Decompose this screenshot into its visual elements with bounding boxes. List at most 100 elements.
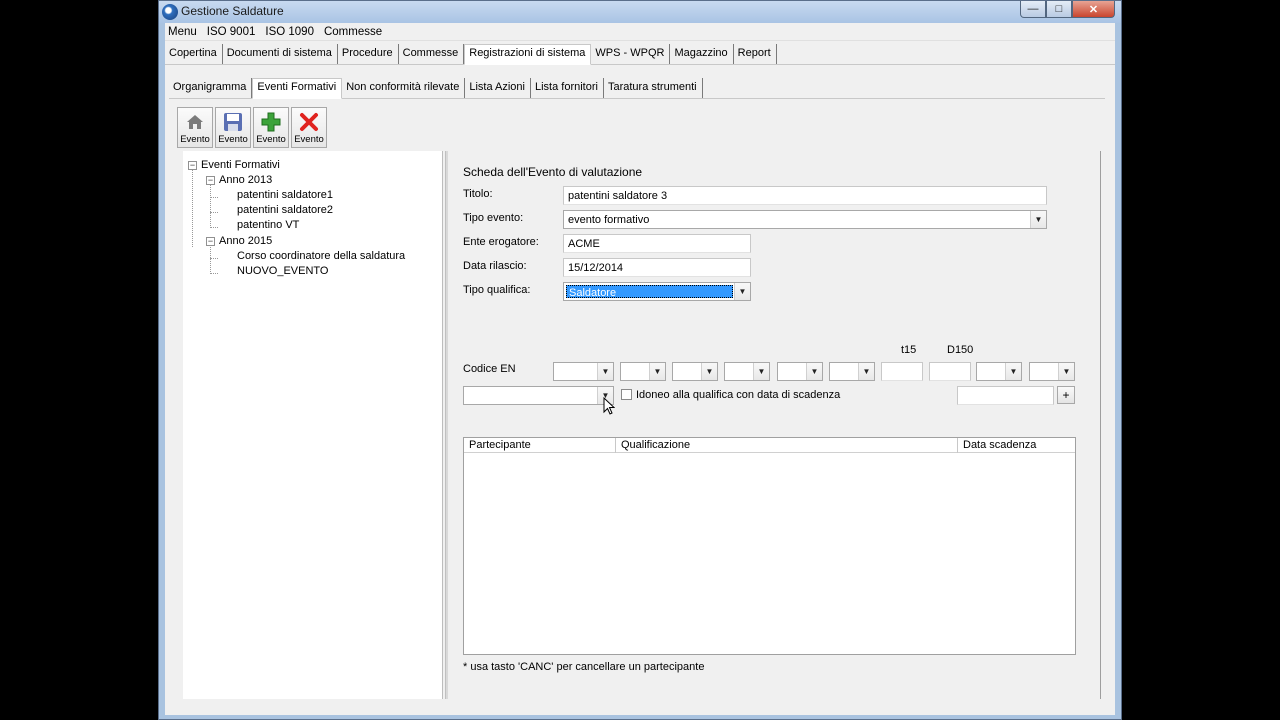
form-title: Scheda dell'Evento di valutazione bbox=[463, 165, 643, 179]
ente-field[interactable]: ACME bbox=[563, 234, 751, 253]
tipo-qualifica-label: Tipo qualifica: bbox=[463, 284, 531, 296]
chevron-down-icon[interactable]: ▼ bbox=[1058, 363, 1074, 380]
tree-expander[interactable]: − bbox=[206, 237, 215, 246]
menu-item-iso1090[interactable]: ISO 1090 bbox=[262, 26, 321, 38]
home-icon bbox=[184, 111, 206, 133]
event-form: Scheda dell'Evento di valutazione Titolo… bbox=[453, 151, 1101, 699]
chevron-down-icon[interactable]: ▼ bbox=[1005, 363, 1021, 380]
chevron-down-icon[interactable]: ▼ bbox=[649, 363, 665, 380]
chevron-down-icon[interactable]: ▼ bbox=[1030, 211, 1046, 228]
tipo-qualifica-select[interactable]: Saldatore ▼ bbox=[563, 282, 751, 301]
d150-label: D150 bbox=[947, 344, 974, 356]
delete-hint-note: * usa tasto 'CANC' per cancellare un par… bbox=[463, 661, 705, 673]
tab-report[interactable]: Report bbox=[734, 44, 777, 64]
tree-node-event[interactable]: Corso coordinatore della saldatura bbox=[237, 250, 405, 262]
app-icon bbox=[162, 4, 178, 20]
tree-expander[interactable]: − bbox=[188, 161, 197, 170]
codice-en-select-3[interactable]: ▼ bbox=[672, 362, 718, 381]
tree-line bbox=[210, 183, 211, 226]
titolo-field[interactable]: patentini saldatore 3 bbox=[563, 186, 1047, 205]
scadenza-field[interactable] bbox=[957, 386, 1054, 405]
chevron-down-icon[interactable]: ▼ bbox=[806, 363, 822, 380]
tree-node-year[interactable]: Anno 2015 bbox=[219, 235, 272, 247]
add-evento-button[interactable]: Evento bbox=[253, 107, 289, 148]
codice-en-select-1[interactable]: ▼ bbox=[553, 362, 614, 381]
tab-lista-fornitori[interactable]: Lista fornitori bbox=[531, 78, 604, 98]
tree-node-event[interactable]: patentini saldatore2 bbox=[237, 204, 333, 216]
add-participant-button[interactable]: + bbox=[1057, 386, 1075, 404]
codice-en-label: Codice EN bbox=[463, 363, 516, 375]
idoneo-label: Idoneo alla qualifica con data di scaden… bbox=[636, 389, 841, 401]
panel-splitter[interactable] bbox=[445, 151, 448, 699]
app-window: Gestione Saldature — □ ✕ Menu ISO 9001 I… bbox=[158, 0, 1122, 720]
delete-evento-label: Evento bbox=[294, 134, 324, 145]
participants-grid[interactable]: Partecipante Qualificazione Data scadenz… bbox=[463, 437, 1076, 655]
codice-en-select-5[interactable]: ▼ bbox=[777, 362, 823, 381]
minimize-button[interactable]: — bbox=[1020, 1, 1046, 18]
tree-line bbox=[210, 273, 218, 274]
tab-taratura-strumenti[interactable]: Taratura strumenti bbox=[604, 78, 703, 98]
chevron-down-icon[interactable]: ▼ bbox=[701, 363, 717, 380]
grid-col-partecipante[interactable]: Partecipante bbox=[464, 438, 616, 453]
grid-col-qualificazione[interactable]: Qualificazione bbox=[616, 438, 958, 453]
d150-field[interactable] bbox=[929, 362, 971, 381]
ente-label: Ente erogatore: bbox=[463, 236, 539, 248]
close-button[interactable]: ✕ bbox=[1072, 1, 1115, 18]
menu-item-commesse[interactable]: Commesse bbox=[321, 26, 389, 38]
chevron-down-icon[interactable]: ▼ bbox=[858, 363, 874, 380]
tree-node-event[interactable]: patentini saldatore1 bbox=[237, 189, 333, 201]
tab-non-conformita[interactable]: Non conformità rilevate bbox=[342, 78, 466, 98]
tree-node-root[interactable]: Eventi Formativi bbox=[201, 159, 280, 171]
save-evento-button[interactable]: Evento bbox=[215, 107, 251, 148]
tipo-qualifica-value: Saldatore bbox=[566, 285, 733, 298]
tab-lista-azioni[interactable]: Lista Azioni bbox=[465, 78, 531, 98]
codice-en-select-4[interactable]: ▼ bbox=[724, 362, 770, 381]
maximize-button[interactable]: □ bbox=[1046, 1, 1072, 18]
tab-registrazioni-di-sistema[interactable]: Registrazioni di sistema bbox=[464, 44, 592, 65]
t15-field[interactable] bbox=[881, 362, 923, 381]
title-bar[interactable]: Gestione Saldature — □ ✕ bbox=[159, 1, 1121, 23]
add-evento-label: Evento bbox=[256, 134, 286, 145]
codice-en-select-7[interactable]: ▼ bbox=[976, 362, 1022, 381]
tree-node-event[interactable]: NUOVO_EVENTO bbox=[237, 265, 329, 277]
grid-col-data-scadenza[interactable]: Data scadenza bbox=[958, 438, 1075, 453]
tab-magazzino[interactable]: Magazzino bbox=[670, 44, 734, 64]
chevron-down-icon[interactable]: ▼ bbox=[753, 363, 769, 380]
events-tree[interactable]: − Eventi Formativi − Anno 2013 patentini… bbox=[183, 151, 443, 699]
main-tab-strip: Copertina Documenti di sistema Procedure… bbox=[165, 43, 1115, 65]
chevron-down-icon[interactable]: ▼ bbox=[597, 363, 613, 380]
titolo-label: Titolo: bbox=[463, 188, 493, 200]
menu-item-menu[interactable]: Menu bbox=[165, 26, 204, 38]
tab-eventi-formativi[interactable]: Eventi Formativi bbox=[252, 78, 343, 99]
tipo-evento-select[interactable]: evento formativo ▼ bbox=[563, 210, 1047, 229]
tab-commesse[interactable]: Commesse bbox=[399, 44, 465, 64]
t15-label: t15 bbox=[901, 344, 917, 356]
chevron-down-icon[interactable]: ▼ bbox=[734, 283, 750, 300]
menu-bar: Menu ISO 9001 ISO 1090 Commesse bbox=[165, 23, 1115, 41]
home-evento-button[interactable]: Evento bbox=[177, 107, 213, 148]
data-rilascio-label: Data rilascio: bbox=[463, 260, 527, 272]
tab-copertina[interactable]: Copertina bbox=[165, 44, 223, 64]
tipo-evento-value: evento formativo bbox=[568, 214, 650, 226]
tree-node-year[interactable]: Anno 2013 bbox=[219, 174, 272, 186]
idoneo-checkbox[interactable] bbox=[621, 389, 632, 400]
codice-en-select-8[interactable]: ▼ bbox=[1029, 362, 1075, 381]
tipo-evento-label: Tipo evento: bbox=[463, 212, 524, 224]
window-title: Gestione Saldature bbox=[181, 4, 284, 18]
client-area: Menu ISO 9001 ISO 1090 Commesse Copertin… bbox=[165, 23, 1115, 715]
home-evento-label: Evento bbox=[180, 134, 210, 145]
participant-select[interactable]: ▼ bbox=[463, 386, 614, 405]
data-rilascio-field[interactable]: 15/12/2014 bbox=[563, 258, 751, 277]
tab-wps-wpqr[interactable]: WPS - WPQR bbox=[591, 44, 671, 64]
codice-en-select-6[interactable]: ▼ bbox=[829, 362, 875, 381]
delete-evento-button[interactable]: Evento bbox=[291, 107, 327, 148]
tree-line bbox=[210, 212, 218, 213]
tree-node-event[interactable]: patentino VT bbox=[237, 219, 299, 231]
tab-procedure[interactable]: Procedure bbox=[338, 44, 399, 64]
tree-expander[interactable]: − bbox=[206, 176, 215, 185]
tab-organigramma[interactable]: Organigramma bbox=[169, 78, 253, 98]
add-icon bbox=[260, 111, 282, 133]
codice-en-select-2[interactable]: ▼ bbox=[620, 362, 666, 381]
tab-documenti-di-sistema[interactable]: Documenti di sistema bbox=[223, 44, 338, 64]
menu-item-iso9001[interactable]: ISO 9001 bbox=[204, 26, 263, 38]
